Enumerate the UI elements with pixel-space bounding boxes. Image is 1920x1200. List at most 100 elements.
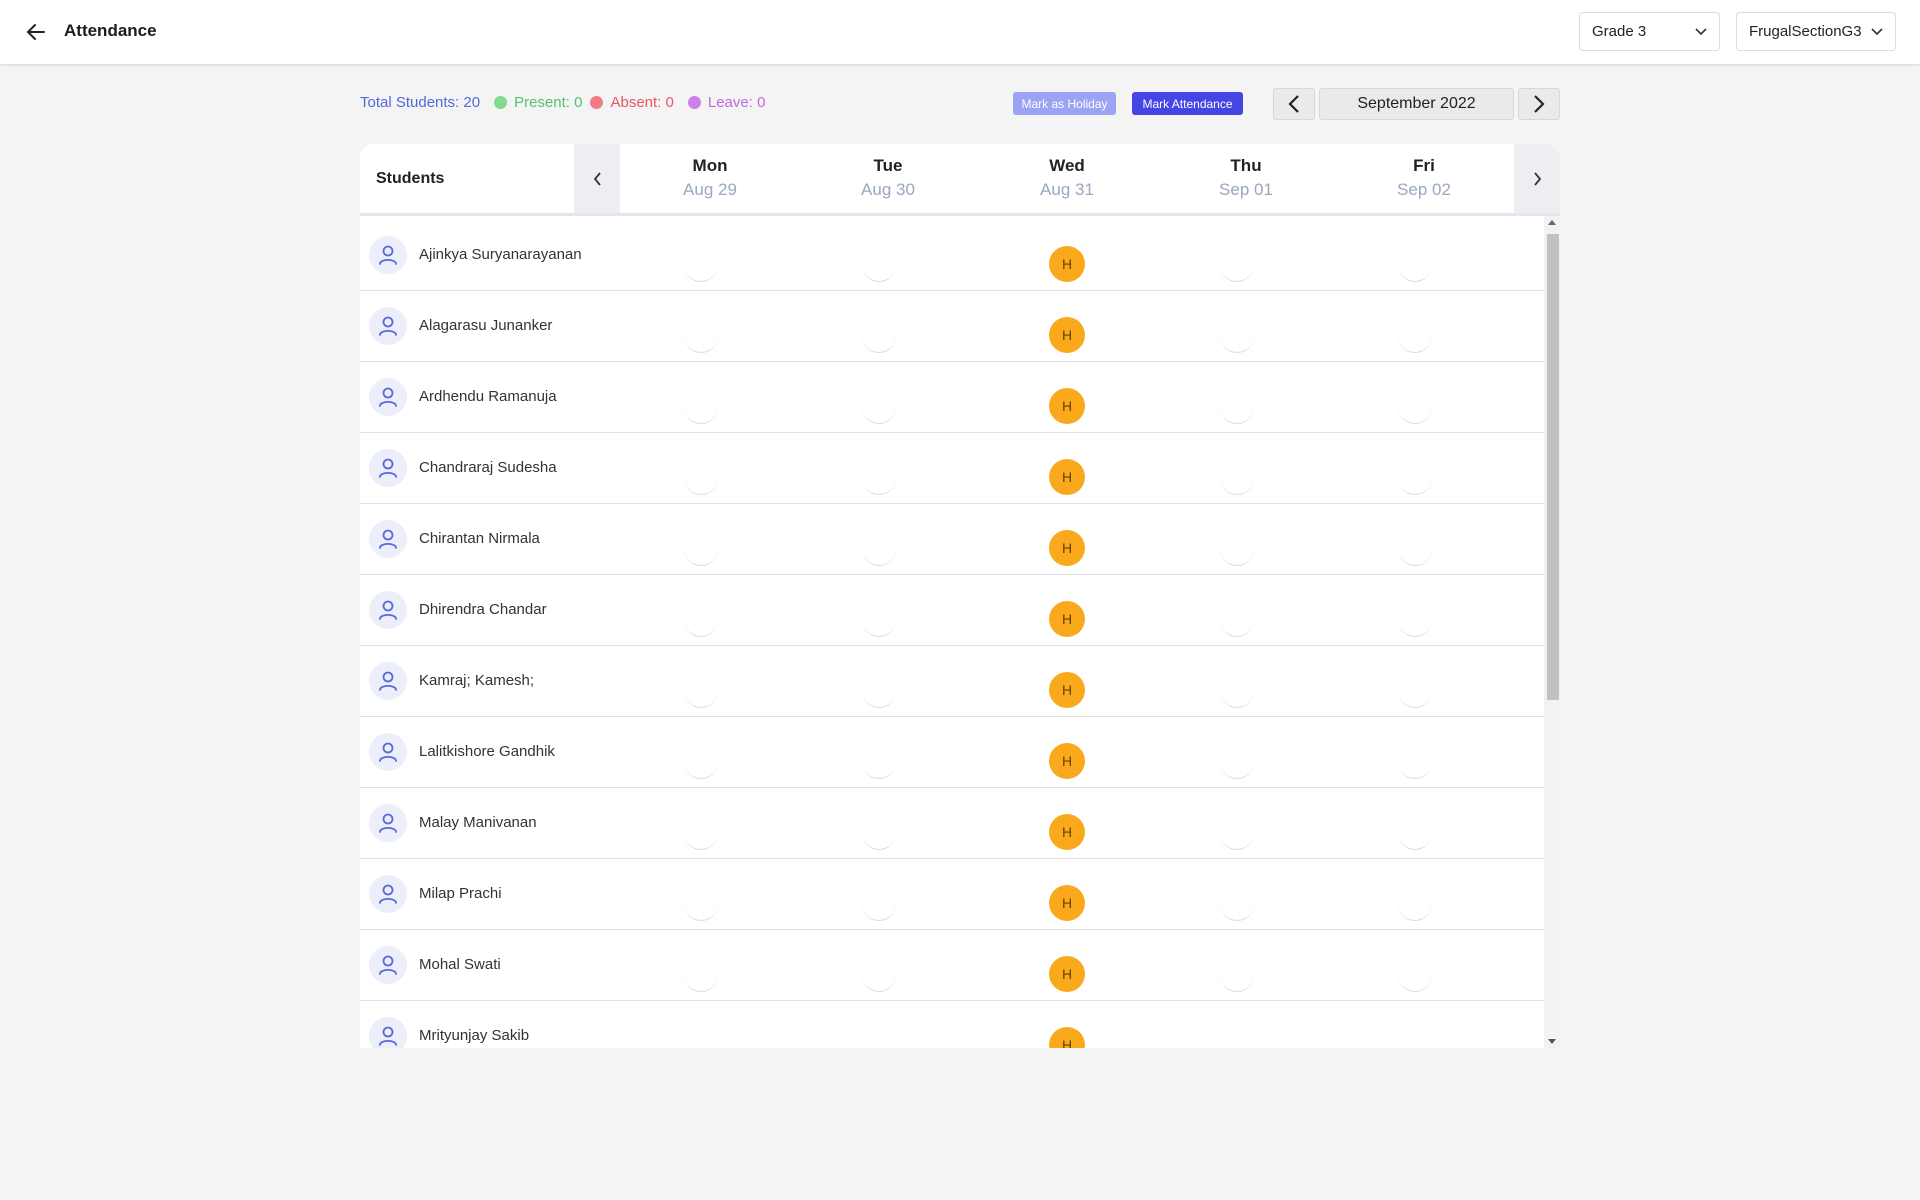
table-body: Ajinkya Suryanarayanan H Alagarasu Junanke… [360, 216, 1544, 1048]
mark-attendance-button[interactable]: Mark Attendance [1132, 92, 1243, 115]
user-avatar-icon [369, 875, 407, 913]
attendance-cell[interactable] [684, 390, 718, 424]
attendance-cell[interactable] [1220, 887, 1254, 921]
day-header: Wed Aug 31 [1007, 156, 1127, 200]
user-avatar-icon [369, 236, 407, 274]
attendance-cell[interactable] [1398, 745, 1432, 779]
attendance-cell[interactable] [684, 532, 718, 566]
attendance-cell[interactable] [1398, 887, 1432, 921]
attendance-cell[interactable] [684, 745, 718, 779]
attendance-cell[interactable] [684, 603, 718, 637]
previous-month-button[interactable] [1273, 88, 1315, 120]
back-arrow-icon[interactable] [24, 20, 48, 44]
holiday-marker[interactable]: H [1049, 317, 1085, 353]
absent-count: Absent: 0 [610, 94, 674, 111]
attendance-cell[interactable] [1220, 1029, 1254, 1048]
attendance-cell[interactable] [1398, 958, 1432, 992]
attendance-cell[interactable] [1220, 532, 1254, 566]
day-header: Thu Sep 01 [1186, 156, 1306, 200]
attendance-cell[interactable] [1220, 603, 1254, 637]
day-date: Aug 29 [683, 180, 737, 199]
scrollbar-thumb[interactable] [1547, 234, 1559, 700]
user-avatar-icon [369, 662, 407, 700]
holiday-marker[interactable]: H [1049, 246, 1085, 282]
attendance-cell[interactable] [1398, 674, 1432, 708]
attendance-cell[interactable] [1398, 390, 1432, 424]
attendance-cell[interactable] [1398, 816, 1432, 850]
attendance-cell[interactable] [1220, 390, 1254, 424]
attendance-summary: Total Students: 20 Present: 0 Absent: 0 … [360, 94, 773, 111]
previous-week-button[interactable] [574, 144, 620, 213]
month-label: September 2022 [1319, 88, 1514, 120]
holiday-marker[interactable]: H [1049, 956, 1085, 992]
attendance-cell[interactable] [684, 816, 718, 850]
attendance-cell[interactable] [1220, 461, 1254, 495]
next-month-button[interactable] [1518, 88, 1560, 120]
holiday-marker[interactable]: H [1049, 388, 1085, 424]
attendance-cell[interactable] [684, 887, 718, 921]
attendance-cell[interactable] [1220, 674, 1254, 708]
holiday-marker[interactable]: H [1049, 672, 1085, 708]
attendance-cell[interactable] [862, 603, 896, 637]
attendance-cell[interactable] [1220, 248, 1254, 282]
table-row: Kamraj; Kamesh; H [360, 646, 1544, 717]
leave-summary: Leave: 0 [682, 94, 765, 111]
attendance-cell[interactable] [1220, 958, 1254, 992]
chevron-right-icon [1534, 95, 1545, 113]
holiday-marker[interactable]: H [1049, 601, 1085, 637]
holiday-marker[interactable]: H [1049, 814, 1085, 850]
holiday-marker[interactable]: H [1049, 743, 1085, 779]
attendance-cell[interactable] [862, 958, 896, 992]
leave-dot-icon [687, 96, 701, 109]
attendance-cell[interactable] [1398, 319, 1432, 353]
holiday-marker[interactable]: H [1049, 1027, 1085, 1048]
attendance-cell[interactable] [862, 887, 896, 921]
attendance-cell[interactable] [684, 461, 718, 495]
holiday-marker[interactable]: H [1049, 885, 1085, 921]
attendance-cell[interactable] [862, 248, 896, 282]
day-of-week: Wed [1049, 156, 1085, 175]
attendance-cell[interactable] [1220, 816, 1254, 850]
next-week-button[interactable] [1514, 144, 1560, 213]
scroll-down-arrow-icon[interactable] [1548, 1039, 1556, 1044]
attendance-cell[interactable] [862, 532, 896, 566]
attendance-cell[interactable] [862, 745, 896, 779]
attendance-cell[interactable] [862, 674, 896, 708]
mark-holiday-button[interactable]: Mark as Holiday [1013, 92, 1116, 115]
chevron-left-icon [593, 171, 601, 186]
table-row: Malay Manivanan H [360, 788, 1544, 859]
chevron-down-icon [1871, 23, 1883, 40]
day-of-week: Fri [1413, 156, 1435, 175]
attendance-cell[interactable] [1398, 1029, 1432, 1048]
attendance-cell[interactable] [684, 958, 718, 992]
present-count: Present: 0 [514, 94, 583, 111]
attendance-cell[interactable] [684, 1029, 718, 1048]
user-avatar-icon [369, 520, 407, 558]
attendance-cell[interactable] [1398, 532, 1432, 566]
table-scrollbar[interactable] [1544, 216, 1560, 1048]
day-date: Aug 31 [1040, 180, 1094, 199]
student-name: Chandraraj Sudesha [419, 459, 557, 476]
attendance-cell[interactable] [684, 248, 718, 282]
scroll-up-arrow-icon[interactable] [1548, 220, 1556, 225]
attendance-cell[interactable] [862, 816, 896, 850]
grade-select[interactable]: Grade 3 [1579, 12, 1720, 51]
attendance-cell[interactable] [1220, 745, 1254, 779]
attendance-cell[interactable] [862, 461, 896, 495]
attendance-cell[interactable] [1398, 603, 1432, 637]
holiday-marker[interactable]: H [1049, 459, 1085, 495]
attendance-cell[interactable] [1398, 248, 1432, 282]
attendance-cell[interactable] [862, 390, 896, 424]
user-avatar-icon [369, 804, 407, 842]
attendance-cell[interactable] [862, 319, 896, 353]
attendance-cell[interactable] [684, 674, 718, 708]
section-select[interactable]: FrugalSectionG3 [1736, 12, 1896, 51]
student-name: Mrityunjay Sakib [419, 1027, 530, 1044]
attendance-cell[interactable] [684, 319, 718, 353]
table-row: Alagarasu Junanker H [360, 291, 1544, 362]
table-row: Dhirendra Chandar H [360, 575, 1544, 646]
attendance-cell[interactable] [1220, 319, 1254, 353]
attendance-cell[interactable] [1398, 461, 1432, 495]
holiday-marker[interactable]: H [1049, 530, 1085, 566]
attendance-cell[interactable] [862, 1029, 896, 1048]
